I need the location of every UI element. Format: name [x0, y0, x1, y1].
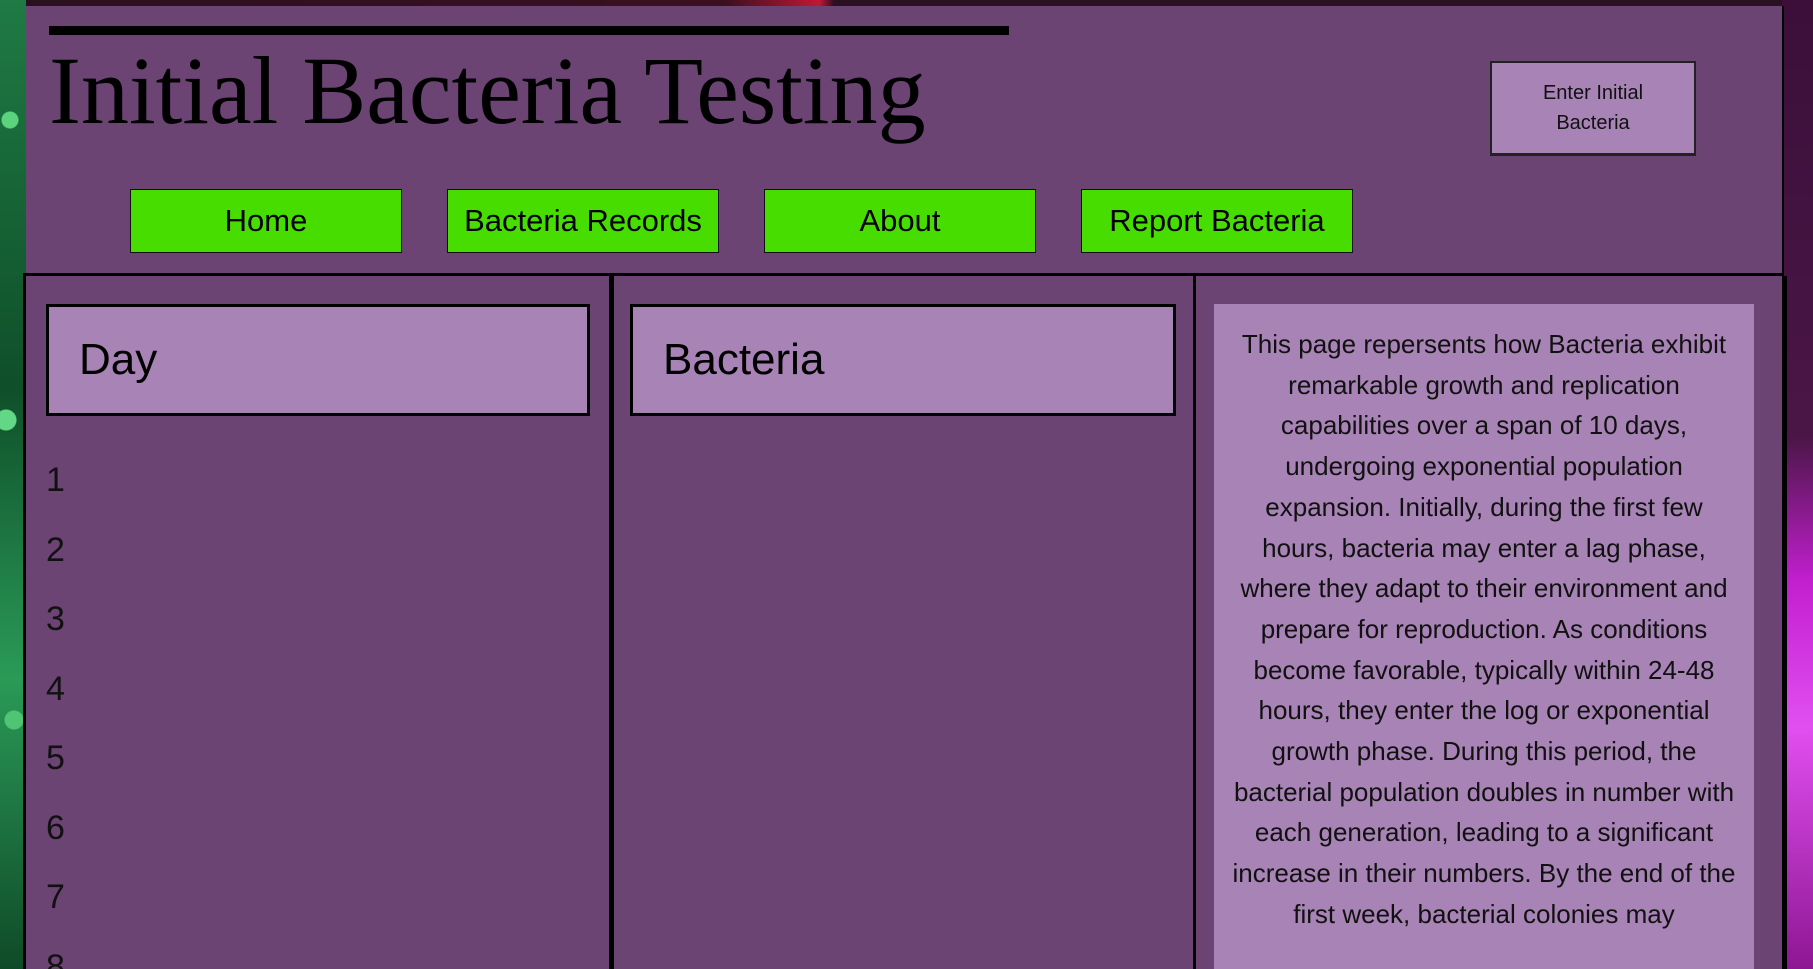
day-item: 2 [46, 530, 65, 569]
title-rule [49, 26, 1009, 35]
nav-home-button[interactable]: Home [130, 189, 402, 253]
bacteria-header: Bacteria [630, 304, 1176, 416]
info-column: This page repersents how Bacteria exhibi… [1193, 276, 1787, 969]
nav-about-button[interactable]: About [764, 189, 1036, 253]
day-column: Day 1 2 3 4 5 6 7 8 [23, 276, 609, 969]
enter-initial-bacteria-button[interactable]: Enter Initial Bacteria [1490, 61, 1696, 156]
day-item: 1 [46, 461, 65, 499]
day-item: 3 [46, 600, 65, 638]
day-item: 5 [46, 739, 65, 777]
day-item: 4 [46, 669, 65, 708]
day-item: 7 [46, 878, 65, 916]
content-area: Day 1 2 3 4 5 6 7 8 Bacteria This page r… [23, 273, 1787, 969]
day-header: Day [46, 304, 590, 416]
title-block: Initial Bacteria Testing [49, 26, 1009, 139]
bacteria-column: Bacteria [609, 276, 1195, 969]
day-list: 1 2 3 4 5 6 7 8 [46, 446, 65, 969]
nav-report-bacteria-button[interactable]: Report Bacteria [1081, 189, 1353, 253]
nav-bacteria-records-button[interactable]: Bacteria Records [447, 189, 719, 253]
day-item: 6 [46, 808, 65, 847]
day-item: 8 [46, 947, 65, 969]
info-text: This page repersents how Bacteria exhibi… [1214, 304, 1754, 969]
page-title: Initial Bacteria Testing [49, 37, 926, 144]
page-frame: Initial Bacteria Testing Enter Initial B… [23, 6, 1787, 969]
